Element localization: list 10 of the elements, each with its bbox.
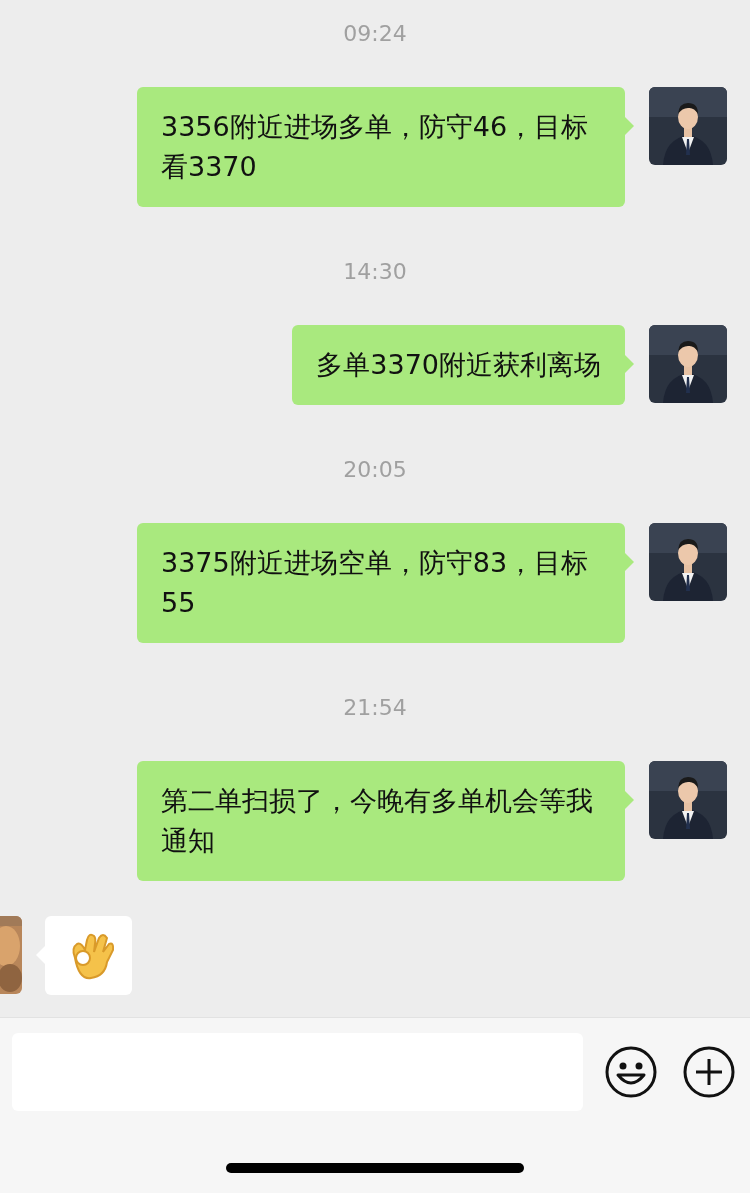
timestamp: 09:24 (343, 20, 407, 48)
message-bubble: 多单3370附近获利离场 (292, 325, 625, 405)
message-bubble: 第二单扫损了，今晚有多单机会等我通知 (137, 761, 625, 881)
timestamp: 20:05 (343, 456, 407, 484)
emoji-icon[interactable] (604, 1045, 658, 1099)
plus-icon[interactable] (682, 1045, 736, 1099)
message-bubble: 3375附近进场空单，防守83，目标55 (137, 523, 625, 643)
timestamp: 14:30 (343, 258, 407, 286)
timestamp: 21:54 (343, 694, 407, 722)
message-bubble: 3356附近进场多单，防守46，目标看3370 (137, 87, 625, 207)
